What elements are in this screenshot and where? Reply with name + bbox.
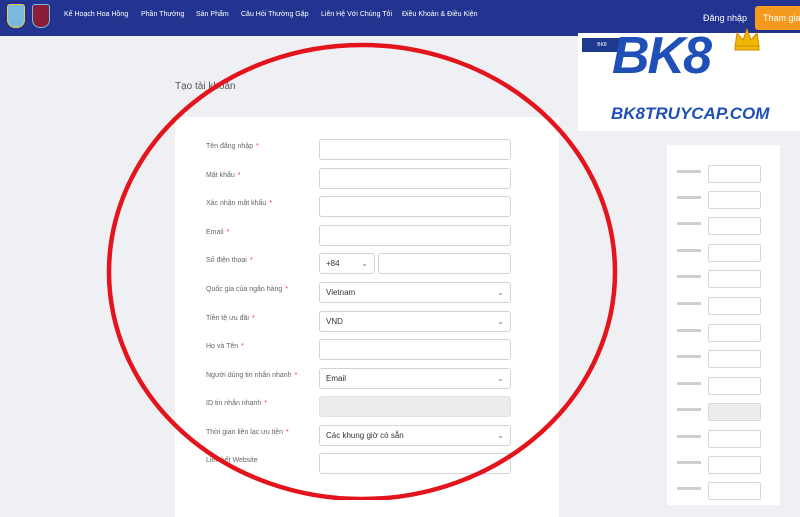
club-crest-icon[interactable] xyxy=(32,4,50,28)
preview-field-input xyxy=(708,297,761,315)
website-label: Liên kết Website xyxy=(206,457,258,464)
preview-field-input xyxy=(708,403,761,421)
preview-field-label xyxy=(677,461,701,464)
preview-field-label xyxy=(677,355,701,358)
preview-field-input xyxy=(708,324,761,342)
nav-products[interactable]: Sản Phẩm xyxy=(196,11,229,18)
contact-time-label: Thời gian liên lạc ưu tiên * xyxy=(206,429,289,436)
bank-country-label: Quốc gia của ngân hàng * xyxy=(206,286,289,293)
preview-field-input xyxy=(708,165,761,183)
crown-icon xyxy=(734,27,760,51)
nav-contact[interactable]: Liên Hệ Với Chúng Tôi xyxy=(321,11,392,18)
preview-field-label xyxy=(677,487,701,490)
preview-field-label xyxy=(677,382,701,385)
phone-number-input[interactable] xyxy=(378,253,511,274)
preview-field-input xyxy=(708,217,761,235)
preview-field-input xyxy=(708,244,761,262)
phone-label: Số điện thoại * xyxy=(206,257,253,264)
preview-field-input xyxy=(708,350,761,368)
nav-faq[interactable]: Câu Hỏi Thường Gặp xyxy=(241,11,309,18)
bank-country-select[interactable]: Vietnam ⌄ xyxy=(319,282,511,303)
currency-label: Tiền tệ ưu đãi * xyxy=(206,315,255,322)
website-input[interactable] xyxy=(319,453,511,474)
email-input[interactable] xyxy=(319,225,511,246)
password-label: Mật khẩu * xyxy=(206,172,241,179)
confirm-password-label: Xác nhận mật khẩu * xyxy=(206,200,273,207)
contact-time-select[interactable]: Các khung giờ có sẵn ⌄ xyxy=(319,425,511,446)
messenger-label: Người dùng tin nhắn nhanh * xyxy=(206,372,298,379)
preview-field-input xyxy=(708,270,761,288)
preview-field-label xyxy=(677,249,701,252)
nav-rewards[interactable]: Phần Thưởng xyxy=(141,11,184,18)
preview-field-label xyxy=(677,435,701,438)
preview-field-label xyxy=(677,170,701,173)
nav-commission-plan[interactable]: Kế Hoạch Hoa Hồng xyxy=(64,11,128,18)
phone-country-code-select[interactable]: +84 ⌄ xyxy=(319,253,375,274)
brand-url: BK8TRUYCAP.COM xyxy=(611,104,770,123)
preview-field-input xyxy=(708,456,761,474)
chevron-down-icon: ⌄ xyxy=(497,374,504,383)
brand-mini-logo-text: BK8 xyxy=(597,42,607,48)
preview-field-input xyxy=(708,377,761,395)
messenger-select[interactable]: Email ⌄ xyxy=(319,368,511,389)
chevron-down-icon: ⌄ xyxy=(497,288,504,297)
login-link[interactable]: Đăng nhập xyxy=(703,13,747,23)
messenger-id-input[interactable] xyxy=(319,396,511,417)
club-crest-icon[interactable] xyxy=(7,4,25,28)
messenger-id-label: ID tin nhắn nhanh * xyxy=(206,400,267,407)
preview-field-label xyxy=(677,329,701,332)
chevron-down-icon: ⌄ xyxy=(497,431,504,440)
page-title: Tạo tài khoản xyxy=(175,81,236,92)
chevron-down-icon: ⌄ xyxy=(361,259,368,268)
preview-field-label xyxy=(677,408,701,411)
email-label: Email * xyxy=(206,229,230,236)
username-input[interactable] xyxy=(319,139,511,160)
chevron-down-icon: ⌄ xyxy=(497,317,504,326)
preview-field-label xyxy=(677,222,701,225)
username-label: Tên đăng nhập * xyxy=(206,143,259,150)
password-input[interactable] xyxy=(319,168,511,189)
preview-field-label xyxy=(677,196,701,199)
full-name-input[interactable] xyxy=(319,339,511,360)
currency-select[interactable]: VND ⌄ xyxy=(319,311,511,332)
brand-logo: BK8 xyxy=(612,27,712,85)
preview-field-label xyxy=(677,275,701,278)
preview-field-label xyxy=(677,302,701,305)
preview-field-input xyxy=(708,191,761,209)
nav-terms[interactable]: Điều Khoản & Điều Kiện xyxy=(402,11,478,18)
preview-field-input xyxy=(708,430,761,448)
full-name-label: Họ và Tên * xyxy=(206,343,244,350)
preview-field-input xyxy=(708,482,761,500)
confirm-password-input[interactable] xyxy=(319,196,511,217)
